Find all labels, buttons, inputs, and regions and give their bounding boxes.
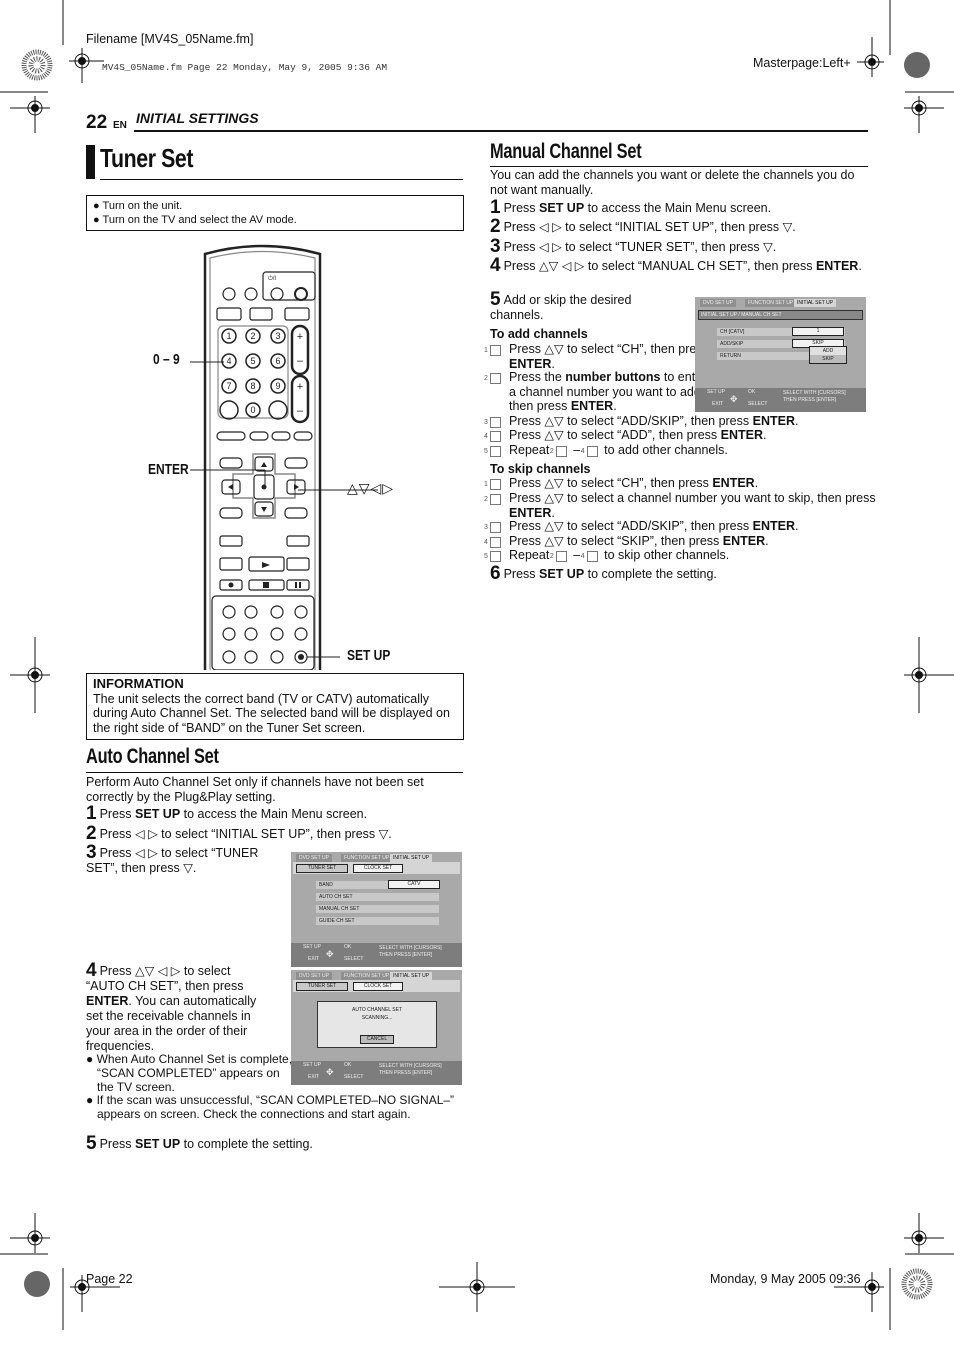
information-box: INFORMATION The unit selects the correct… [86, 673, 464, 740]
auto-channel-set-heading: Auto Channel Set [86, 745, 219, 768]
skip-channels-heading: To skip channels [490, 462, 591, 476]
page-title: Tuner Set [100, 143, 194, 173]
ch-value: 1 [792, 327, 844, 336]
print-footer-page: Page 22 [86, 1272, 133, 1286]
menu-row-guide: GUIDE CH SET [316, 917, 439, 925]
dropdown-option-selected: SKIP [810, 355, 846, 363]
skip-step-5: 5 Repeat 2 – 4 to skip other channels. [484, 548, 730, 562]
screen-tab: FUNCTION SET UP [341, 972, 393, 980]
add-step-4: 4 Press △▽ to select “ADD”, then press EN… [484, 428, 767, 442]
auto-step-1: 1 Press SET UP to access the Main Menu sc… [86, 803, 368, 824]
page-language: EN [113, 120, 127, 131]
skip-step-3: 3 Press △▽ to select “ADD/SKIP”, then pre… [484, 519, 799, 533]
screen-tab: FUNCTION SET UP [341, 854, 393, 862]
screen-tab-active: INITIAL SET UP [794, 299, 837, 307]
preparation-box: ● Turn on the unit. ● Turn on the TV and… [86, 195, 464, 231]
manual-step-2: 2 Press ◁ ▷ to select “INITIAL SET UP”, t… [490, 216, 796, 237]
prep-item: ● Turn on the TV and select the AV mode. [93, 214, 297, 226]
scanning-dialog: AUTO CHANNEL SET SCANNING... CANCEL [317, 1001, 437, 1048]
add-step-1: 1 Press △▽ to select “CH”, then press ENT… [484, 342, 709, 371]
prep-item: ● Turn on the unit. [93, 200, 183, 212]
title-rule [100, 179, 463, 180]
add-channels-heading: To add channels [490, 327, 588, 341]
information-heading: INFORMATION [93, 676, 184, 691]
cursor-pad-icon: ✥ [730, 394, 738, 404]
callout-setup: SET UP [347, 647, 391, 664]
screen-tab: DVD SET UP [296, 972, 332, 980]
manual-step-6: 6 Press SET UP to complete the setting. [490, 563, 717, 584]
skip-step-4: 4 Press △▽ to select “SKIP”, then press E… [484, 534, 769, 548]
section-title: INITIAL SETTINGS [136, 110, 259, 126]
cursor-pad-icon: ✥ [326, 949, 334, 959]
manual-intro: You can add the channels you want or del… [490, 168, 855, 197]
screen-tab-active: INITIAL SET UP [390, 854, 433, 862]
manual-step-5: 5 Add or skip the desired channels. [490, 289, 632, 322]
menu-row-auto: AUTO CH SET [316, 893, 439, 901]
cancel-button: CANCEL [360, 1035, 394, 1044]
screen-tab: FUNCTION SET UP [745, 299, 797, 307]
screen-tab: DVD SET UP [296, 854, 332, 862]
screen-footer: SET UP OK EXIT SELECT ✥ SELECT WITH [CUR… [291, 943, 462, 967]
skip-step-1: 1 Press △▽ to select “CH”, then press ENT… [484, 476, 759, 490]
addskip-dropdown: ADD SKIP [809, 346, 847, 364]
screen-footer: SET UP OK EXIT SELECT ✥ SELECT WITH [CUR… [291, 1061, 462, 1085]
screen-tab: DVD SET UP [700, 299, 736, 307]
subtab-tuner-set: TUNER SET [296, 864, 348, 873]
tuner-set-screen: DVD SET UP FUNCTION SET UP INITIAL SET U… [291, 852, 462, 967]
manual-channel-set-heading: Manual Channel Set [490, 140, 642, 163]
auto-note-2: ● If the scan was unsuccessful, “SCAN CO… [86, 1093, 455, 1121]
section-rule [490, 166, 868, 167]
print-filename: Filename [MV4S_05Name.fm] [86, 32, 254, 46]
menu-row-manual: MANUAL CH SET [316, 905, 439, 913]
print-stamp: MV4S_05Name.fm Page 22 Monday, May 9, 20… [102, 62, 388, 73]
auto-step-2: 2 Press ◁ ▷ to select “INITIAL SET UP”, t… [86, 823, 392, 844]
cursor-pad-icon: ✥ [326, 1067, 334, 1077]
title-bar-marker [86, 145, 95, 179]
auto-intro: Perform Auto Channel Set only if channel… [86, 775, 424, 804]
auto-scan-screen: DVD SET UP FUNCTION SET UP INITIAL SET U… [291, 970, 462, 1085]
manual-step-4: 4 Press △▽ ◁ ▷ to select “MANUAL CH SET”,… [490, 255, 862, 276]
auto-step-3: 3 Press ◁ ▷ to select “TUNER SET”, then p… [86, 842, 259, 875]
information-text: The unit selects the correct band (TV or… [93, 691, 450, 735]
add-step-5: 5 Repeat 2 – 4 to add other channels. [484, 443, 728, 457]
auto-note-1: ● When Auto Channel Set is complete, “SC… [86, 1052, 293, 1094]
manual-ch-set-screen: DVD SET UP FUNCTION SET UP INITIAL SET U… [695, 297, 866, 412]
auto-step-4: 4 Press △▽ ◁ ▷ to select “AUTO CH SET”, t… [86, 960, 257, 1053]
callout-enter: ENTER [148, 461, 189, 478]
print-footer-date: Monday, 9 May 2005 09:36 [710, 1272, 861, 1286]
screen-breadcrumb: INITIAL SET UP / MANUAL CH SET [698, 310, 863, 320]
page-number: 22 [86, 112, 108, 133]
manual-step-1: 1 Press SET UP to access the Main Menu sc… [490, 197, 772, 218]
callout-number-keys: 0 – 9 [153, 351, 180, 368]
section-rule [86, 772, 463, 773]
add-step-2: 2 Press the number buttons to enter a cha… [484, 370, 707, 414]
callout-cursor-keys: △▽◁▷ [347, 480, 395, 496]
add-step-3: 3 Press △▽ to select “ADD/SKIP”, then pre… [484, 414, 799, 428]
skip-step-2: 2 Press △▽ to select a channel number you… [484, 491, 876, 520]
subtab-clock-set: CLOCK SET [353, 864, 403, 873]
auto-step-5: 5 Press SET UP to complete the setting. [86, 1133, 313, 1154]
band-value: CATV [388, 880, 440, 889]
manual-step-3: 3 Press ◁ ▷ to select “TUNER SET”, then p… [490, 236, 777, 257]
dropdown-option: ADD [822, 348, 834, 354]
screen-footer: SET UP OK EXIT SELECT ✥ SELECT WITH [CUR… [695, 388, 866, 412]
power-icon: ⏻/I [268, 275, 276, 282]
callout-lines [190, 361, 378, 658]
screen-tab-active: INITIAL SET UP [390, 972, 433, 980]
header-rule [134, 130, 868, 132]
print-masterpage: Masterpage:Left+ [753, 56, 851, 70]
